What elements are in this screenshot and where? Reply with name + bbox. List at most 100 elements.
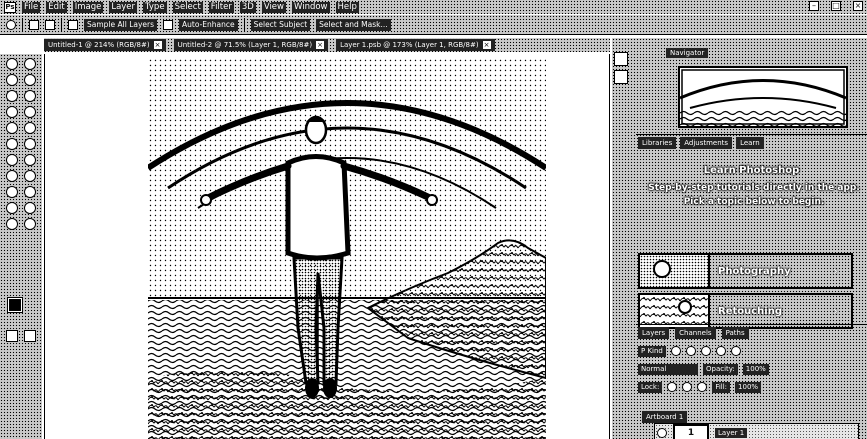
canvas-area[interactable] (44, 54, 610, 439)
layer-name[interactable]: Layer 1 (715, 428, 748, 438)
lock-position-icon[interactable] (682, 382, 693, 392)
close-icon[interactable]: × (853, 1, 863, 11)
photoshop-logo: Ps (4, 1, 16, 13)
tab-navigator[interactable]: Navigator (666, 48, 709, 58)
opacity-input[interactable]: 100% (742, 363, 769, 375)
tab-document-3[interactable]: Layer 1.psb @ 173% (Layer 1, RGB/8#) × (336, 39, 495, 51)
menu-file[interactable]: File (22, 1, 41, 13)
learn-card-label: Retouching (718, 305, 783, 317)
brush-size-icon[interactable] (29, 19, 39, 30)
document-image[interactable] (148, 58, 546, 439)
toolbox (0, 54, 42, 439)
close-tab-icon[interactable]: × (153, 41, 162, 49)
menu-layer[interactable]: Layer (109, 1, 138, 13)
clone-stamp-tool-icon[interactable] (24, 122, 36, 134)
screen-mode-icon[interactable] (24, 330, 36, 342)
pen-tool-icon[interactable] (24, 170, 36, 182)
tool-preset-icon[interactable] (6, 19, 16, 30)
navigator-thumbnail[interactable] (678, 66, 848, 128)
shape-filter-icon[interactable] (715, 346, 726, 356)
learn-card-photography[interactable]: Photography › (638, 253, 853, 289)
opacity-label: Opacity: (703, 363, 738, 375)
navigator-panel: Navigator (636, 46, 867, 136)
tab-adjustments[interactable]: Adjustments (680, 137, 733, 149)
smart-object-filter-icon[interactable] (730, 346, 741, 356)
layer-row[interactable]: 1 Layer 1 (654, 423, 859, 439)
path-select-tool-icon[interactable] (24, 186, 36, 198)
layers-panel-tabs: Layers Channels Paths (638, 327, 749, 339)
lock-label: Lock: (638, 381, 663, 393)
close-tab-icon[interactable]: × (316, 41, 325, 49)
type-tool-icon[interactable] (6, 186, 18, 198)
hand-tool-icon[interactable] (24, 202, 36, 214)
fill-label: Fill: (712, 381, 731, 393)
foreground-color-swatch[interactable] (7, 297, 23, 313)
brush-settings-icon[interactable] (45, 19, 55, 30)
menu-select[interactable]: Select (172, 1, 203, 13)
visibility-eye-icon[interactable] (657, 428, 667, 438)
brush-tool-icon[interactable] (6, 122, 18, 134)
maximize-icon[interactable]: □ (831, 1, 841, 11)
quick-select-tool-icon[interactable] (6, 90, 18, 102)
healing-brush-tool-icon[interactable] (24, 106, 36, 118)
eraser-tool-icon[interactable] (24, 138, 36, 150)
history-brush-tool-icon[interactable] (6, 138, 18, 150)
sample-all-layers-checkbox[interactable] (68, 19, 78, 30)
menu-type[interactable]: Type (143, 1, 167, 13)
gradient-tool-icon[interactable] (6, 154, 18, 166)
menu-help[interactable]: Help (335, 1, 359, 13)
layer-filter-row: P Kind (638, 345, 741, 357)
shape-tool-icon[interactable] (6, 202, 18, 214)
photo-floating-man (148, 58, 546, 439)
tab-libraries[interactable]: Libraries (638, 137, 677, 149)
select-subject-button[interactable]: Select Subject (250, 18, 311, 31)
tab-label: Untitled-1 @ 214% (RGB/8#) (48, 41, 150, 49)
menu-image[interactable]: Image (72, 1, 104, 13)
layers-panel: Layers Channels Paths P Kind Normal Opac… (636, 324, 867, 439)
tab-paths[interactable]: Paths (721, 327, 749, 339)
menu-window[interactable]: Window (291, 1, 330, 13)
type-filter-icon[interactable] (700, 346, 711, 356)
menu-view[interactable]: View (261, 1, 286, 13)
select-and-mask-button[interactable]: Select and Mask... (316, 18, 391, 31)
menu-edit[interactable]: Edit (46, 1, 67, 13)
auto-enhance-checkbox[interactable] (163, 19, 174, 30)
history-panel-icon[interactable] (614, 52, 628, 66)
lasso-tool-icon[interactable] (24, 74, 36, 86)
artboard-tool-icon[interactable] (24, 58, 36, 70)
blend-mode-select[interactable]: Normal (638, 363, 698, 375)
zoom-tool-icon[interactable] (6, 218, 18, 230)
dodge-tool-icon[interactable] (6, 170, 18, 182)
crop-tool-icon[interactable] (24, 90, 36, 102)
tab-channels[interactable]: Channels (675, 327, 716, 339)
tab-layers[interactable]: Layers (638, 327, 670, 339)
edit-toolbar-icon[interactable] (24, 218, 36, 230)
artboard-group[interactable]: Artboard 1 (642, 411, 688, 423)
learn-description: Step-by-step tutorials directly in the a… (648, 183, 860, 207)
tab-document-1[interactable]: Untitled-1 @ 214% (RGB/8#) × (44, 39, 166, 51)
chevron-right-icon: › (833, 264, 838, 278)
photography-thumbnail (640, 255, 710, 287)
minimize-icon[interactable]: – (809, 1, 819, 11)
window-controls: – □ × (809, 1, 863, 11)
menu-bar: Ps File Edit Image Layer Type Select Fil… (0, 0, 867, 14)
eyedropper-tool-icon[interactable] (6, 106, 18, 118)
fill-input[interactable]: 100% (735, 381, 762, 393)
pixel-filter-icon[interactable] (670, 346, 681, 356)
menu-filter[interactable]: Filter (208, 1, 234, 13)
marquee-tool-icon[interactable] (6, 74, 18, 86)
document-tabs: Untitled-1 @ 214% (RGB/8#) × Untitled-2 … (44, 38, 610, 52)
options-bar: Sample All Layers Auto-Enhance Select Su… (0, 15, 867, 35)
lock-all-icon[interactable] (697, 382, 708, 392)
blur-tool-icon[interactable] (24, 154, 36, 166)
layer-kind-filter[interactable]: P Kind (638, 345, 666, 357)
adjustment-filter-icon[interactable] (685, 346, 696, 356)
close-tab-icon[interactable]: × (482, 41, 491, 49)
properties-panel-icon[interactable] (614, 70, 628, 84)
quick-mask-icon[interactable] (6, 330, 18, 342)
lock-pixels-icon[interactable] (667, 382, 678, 392)
tab-document-2[interactable]: Untitled-2 @ 71.5% (Layer 1, RGB/8#) × (173, 39, 329, 51)
menu-3d[interactable]: 3D (239, 1, 256, 13)
tab-learn[interactable]: Learn (736, 137, 764, 149)
move-tool-icon[interactable] (6, 58, 18, 70)
